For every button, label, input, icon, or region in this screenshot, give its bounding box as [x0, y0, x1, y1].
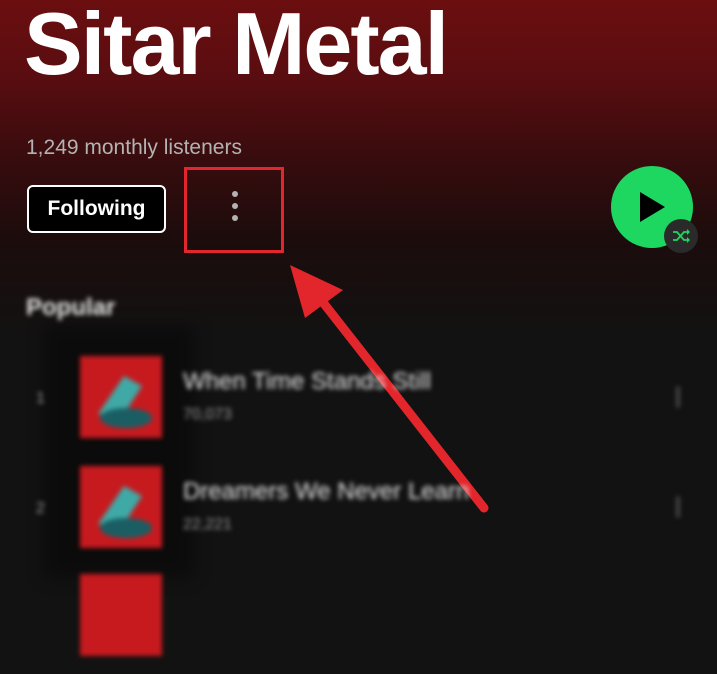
play-icon: [640, 192, 665, 222]
track-plays: 22,221: [183, 516, 232, 533]
track-row[interactable]: 2 Dreamers We Never Learn 22,221: [0, 466, 717, 566]
shuffle-icon: [673, 229, 690, 243]
track-row-partial[interactable]: [0, 574, 717, 674]
shuffle-button[interactable]: [664, 219, 698, 253]
track-more-icon[interactable]: [676, 386, 680, 408]
album-art: [80, 574, 162, 656]
track-rank: 2: [36, 500, 45, 517]
track-row[interactable]: 1 When Time Stands Still 70,073: [0, 356, 717, 456]
track-rank: 1: [36, 390, 45, 407]
track-title: Dreamers We Never Learn: [183, 478, 470, 505]
album-art: [80, 356, 162, 438]
track-plays: 70,073: [183, 406, 232, 423]
track-more-icon[interactable]: [676, 496, 680, 518]
track-title: When Time Stands Still: [183, 368, 432, 395]
album-art: [80, 466, 162, 548]
popular-heading: Popular: [26, 294, 116, 321]
